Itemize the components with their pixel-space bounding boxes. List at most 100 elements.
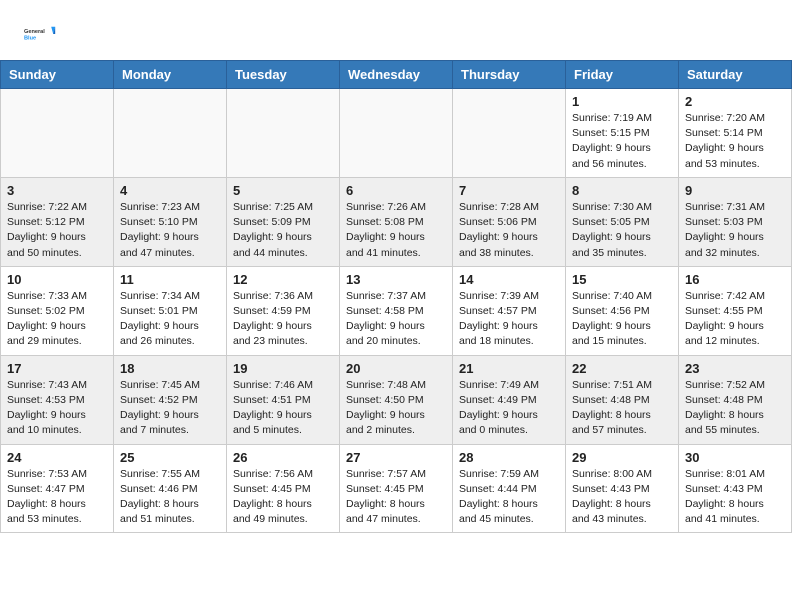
day-info: Sunrise: 7:19 AMSunset: 5:15 PMDaylight:… (572, 111, 672, 172)
calendar-cell (453, 89, 566, 178)
calendar-cell: 16Sunrise: 7:42 AMSunset: 4:55 PMDayligh… (679, 266, 792, 355)
calendar-cell: 9 Sunrise: 7:31 AMSunset: 5:03 PMDaylight… (679, 177, 792, 266)
calendar-cell (1, 89, 114, 178)
day-info: Sunrise: 7:53 AMSunset: 4:47 PMDaylight:… (7, 467, 107, 528)
day-number: 6 (346, 183, 446, 198)
day-number: 14 (459, 272, 559, 287)
day-info: Sunrise: 7:30 AMSunset: 5:05 PMDaylight:… (572, 200, 672, 261)
calendar-cell (227, 89, 340, 178)
calendar-cell: 11 Sunrise: 7:34 AMSunset: 5:01 PMDayligh… (114, 266, 227, 355)
calendar-cell: 10 Sunrise: 7:33 AMSunset: 5:02 PMDayligh… (1, 266, 114, 355)
col-header-friday: Friday (566, 61, 679, 89)
day-number: 7 (459, 183, 559, 198)
calendar-header-row: SundayMondayTuesdayWednesdayThursdayFrid… (1, 61, 792, 89)
calendar-cell: 22Sunrise: 7:51 AMSunset: 4:48 PMDayligh… (566, 355, 679, 444)
calendar-cell: 19Sunrise: 7:46 AMSunset: 4:51 PMDayligh… (227, 355, 340, 444)
col-header-wednesday: Wednesday (340, 61, 453, 89)
day-number: 29 (572, 450, 672, 465)
day-info: Sunrise: 7:52 AMSunset: 4:48 PMDaylight:… (685, 378, 785, 439)
calendar-week-4: 17 Sunrise: 7:43 AMSunset: 4:53 PMDayligh… (1, 355, 792, 444)
day-number: 20 (346, 361, 446, 376)
calendar-cell: 4 Sunrise: 7:23 AMSunset: 5:10 PMDaylight… (114, 177, 227, 266)
calendar-cell: 8Sunrise: 7:30 AMSunset: 5:05 PMDaylight… (566, 177, 679, 266)
calendar-cell: 17 Sunrise: 7:43 AMSunset: 4:53 PMDayligh… (1, 355, 114, 444)
calendar-cell (114, 89, 227, 178)
day-info: Sunrise: 7:43 AMSunset: 4:53 PMDaylight:… (7, 378, 107, 439)
day-number: 11 (120, 272, 220, 287)
day-number: 5 (233, 183, 333, 198)
calendar-cell: 1 Sunrise: 7:19 AMSunset: 5:15 PMDaylight… (566, 89, 679, 178)
day-number: 24 (7, 450, 107, 465)
day-info: Sunrise: 7:45 AMSunset: 4:52 PMDaylight:… (120, 378, 220, 439)
day-info: Sunrise: 7:48 AMSunset: 4:50 PMDaylight:… (346, 378, 446, 439)
calendar-cell: 23 Sunrise: 7:52 AMSunset: 4:48 PMDayligh… (679, 355, 792, 444)
day-info: Sunrise: 7:28 AMSunset: 5:06 PMDaylight:… (459, 200, 559, 261)
col-header-thursday: Thursday (453, 61, 566, 89)
logo: GeneralBlue (24, 18, 56, 50)
day-number: 30 (685, 450, 785, 465)
day-number: 15 (572, 272, 672, 287)
day-info: Sunrise: 7:31 AMSunset: 5:03 PMDaylight:… (685, 200, 785, 261)
day-info: Sunrise: 7:26 AMSunset: 5:08 PMDaylight:… (346, 200, 446, 261)
day-info: Sunrise: 7:40 AMSunset: 4:56 PMDaylight:… (572, 289, 672, 350)
calendar-cell: 12 Sunrise: 7:36 AMSunset: 4:59 PMDayligh… (227, 266, 340, 355)
day-info: Sunrise: 7:55 AMSunset: 4:46 PMDaylight:… (120, 467, 220, 528)
col-header-sunday: Sunday (1, 61, 114, 89)
calendar-cell: 28Sunrise: 7:59 AMSunset: 4:44 PMDayligh… (453, 444, 566, 533)
day-info: Sunrise: 7:34 AMSunset: 5:01 PMDaylight:… (120, 289, 220, 350)
calendar-cell: 26 Sunrise: 7:56 AMSunset: 4:45 PMDayligh… (227, 444, 340, 533)
day-number: 26 (233, 450, 333, 465)
col-header-tuesday: Tuesday (227, 61, 340, 89)
calendar-week-5: 24 Sunrise: 7:53 AMSunset: 4:47 PMDayligh… (1, 444, 792, 533)
calendar-cell: 25 Sunrise: 7:55 AMSunset: 4:46 PMDayligh… (114, 444, 227, 533)
day-number: 18 (120, 361, 220, 376)
calendar-cell: 18 Sunrise: 7:45 AMSunset: 4:52 PMDayligh… (114, 355, 227, 444)
svg-text:General: General (24, 29, 45, 35)
day-info: Sunrise: 7:36 AMSunset: 4:59 PMDaylight:… (233, 289, 333, 350)
day-info: Sunrise: 7:23 AMSunset: 5:10 PMDaylight:… (120, 200, 220, 261)
day-number: 21 (459, 361, 559, 376)
day-number: 10 (7, 272, 107, 287)
day-number: 1 (572, 94, 672, 109)
col-header-monday: Monday (114, 61, 227, 89)
calendar-cell: 7 Sunrise: 7:28 AMSunset: 5:06 PMDaylight… (453, 177, 566, 266)
day-number: 4 (120, 183, 220, 198)
day-info: Sunrise: 8:00 AMSunset: 4:43 PMDaylight:… (572, 467, 672, 528)
day-info: Sunrise: 7:25 AMSunset: 5:09 PMDaylight:… (233, 200, 333, 261)
day-info: Sunrise: 7:20 AMSunset: 5:14 PMDaylight:… (685, 111, 785, 172)
calendar-cell (340, 89, 453, 178)
calendar-cell: 30 Sunrise: 8:01 AMSunset: 4:43 PMDayligh… (679, 444, 792, 533)
calendar-cell: 20 Sunrise: 7:48 AMSunset: 4:50 PMDayligh… (340, 355, 453, 444)
day-number: 17 (7, 361, 107, 376)
day-number: 9 (685, 183, 785, 198)
day-info: Sunrise: 7:49 AMSunset: 4:49 PMDaylight:… (459, 378, 559, 439)
calendar-cell: 6 Sunrise: 7:26 AMSunset: 5:08 PMDaylight… (340, 177, 453, 266)
day-info: Sunrise: 7:59 AMSunset: 4:44 PMDaylight:… (459, 467, 559, 528)
day-number: 27 (346, 450, 446, 465)
calendar-cell: 24 Sunrise: 7:53 AMSunset: 4:47 PMDayligh… (1, 444, 114, 533)
day-info: Sunrise: 7:39 AMSunset: 4:57 PMDaylight:… (459, 289, 559, 350)
day-info: Sunrise: 7:22 AMSunset: 5:12 PMDaylight:… (7, 200, 107, 261)
calendar-cell: 29 Sunrise: 8:00 AMSunset: 4:43 PMDayligh… (566, 444, 679, 533)
calendar-cell: 27 Sunrise: 7:57 AMSunset: 4:45 PMDayligh… (340, 444, 453, 533)
svg-text:Blue: Blue (24, 36, 36, 42)
calendar-cell: 14 Sunrise: 7:39 AMSunset: 4:57 PMDayligh… (453, 266, 566, 355)
day-info: Sunrise: 7:56 AMSunset: 4:45 PMDaylight:… (233, 467, 333, 528)
calendar-table: SundayMondayTuesdayWednesdayThursdayFrid… (0, 60, 792, 533)
day-info: Sunrise: 7:37 AMSunset: 4:58 PMDaylight:… (346, 289, 446, 350)
calendar-week-3: 10 Sunrise: 7:33 AMSunset: 5:02 PMDayligh… (1, 266, 792, 355)
calendar-cell: 2Sunrise: 7:20 AMSunset: 5:14 PMDaylight… (679, 89, 792, 178)
day-number: 12 (233, 272, 333, 287)
day-info: Sunrise: 7:33 AMSunset: 5:02 PMDaylight:… (7, 289, 107, 350)
day-number: 23 (685, 361, 785, 376)
calendar-cell: 13Sunrise: 7:37 AMSunset: 4:58 PMDayligh… (340, 266, 453, 355)
day-number: 19 (233, 361, 333, 376)
calendar-cell: 5 Sunrise: 7:25 AMSunset: 5:09 PMDaylight… (227, 177, 340, 266)
day-number: 22 (572, 361, 672, 376)
calendar-week-1: 1 Sunrise: 7:19 AMSunset: 5:15 PMDaylight… (1, 89, 792, 178)
day-number: 25 (120, 450, 220, 465)
calendar-cell: 21 Sunrise: 7:49 AMSunset: 4:49 PMDayligh… (453, 355, 566, 444)
calendar-cell: 3Sunrise: 7:22 AMSunset: 5:12 PMDaylight… (1, 177, 114, 266)
day-info: Sunrise: 7:57 AMSunset: 4:45 PMDaylight:… (346, 467, 446, 528)
day-info: Sunrise: 8:01 AMSunset: 4:43 PMDaylight:… (685, 467, 785, 528)
